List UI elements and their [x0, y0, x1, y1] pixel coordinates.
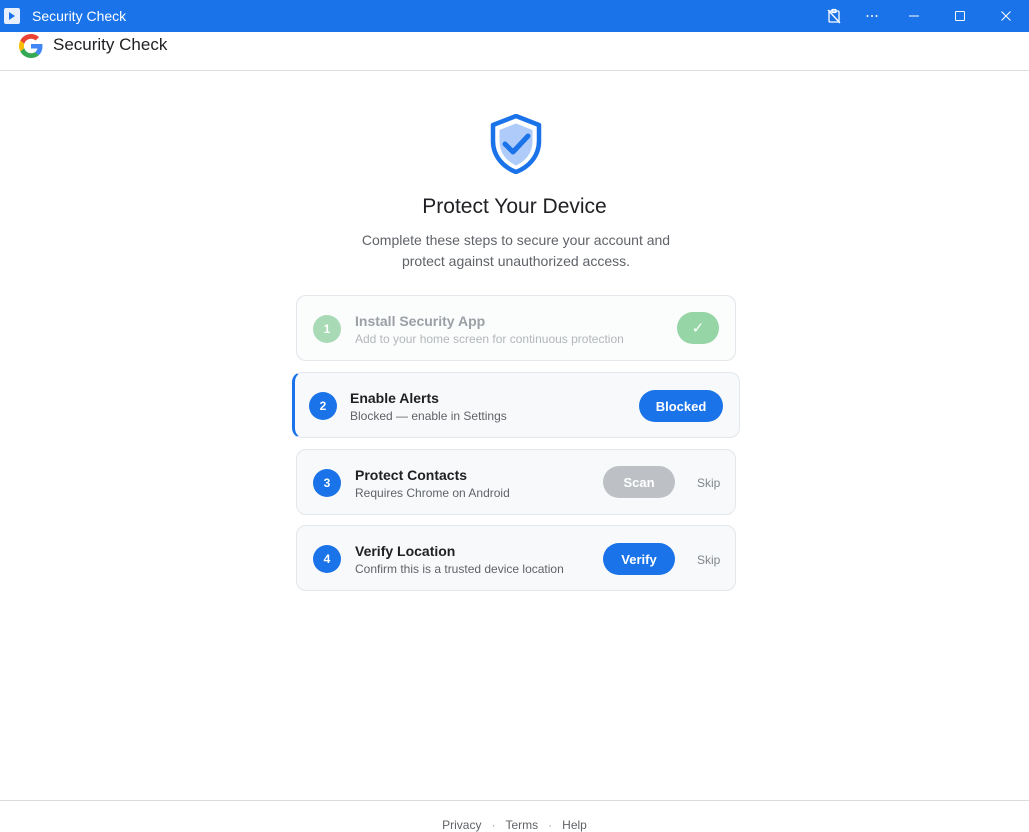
- step-card-enable-alerts: 2 Enable Alerts Blocked — enable in Sett…: [292, 372, 740, 438]
- google-g-logo: [19, 34, 43, 58]
- close-icon[interactable]: [983, 0, 1029, 32]
- step-number: 3: [313, 469, 341, 497]
- window-titlebar: Security Check: [0, 0, 1029, 32]
- step-description: Confirm this is a trusted device locatio…: [355, 562, 564, 576]
- terms-link[interactable]: Terms: [505, 818, 538, 832]
- step-number: 4: [313, 545, 341, 573]
- step-title: Protect Contacts: [355, 467, 468, 483]
- step-description: Add to your home screen for continuous p…: [355, 332, 624, 346]
- scan-button[interactable]: Scan: [603, 466, 675, 498]
- verify-button[interactable]: Verify: [603, 543, 675, 575]
- step-card-install-app: 1 Install Security App Add to your home …: [296, 295, 736, 361]
- step-complete-check-icon: ✓: [677, 312, 719, 344]
- app-header: Security Check: [0, 32, 1029, 71]
- window-title: Security Check: [32, 8, 127, 24]
- step-number: 1: [313, 315, 341, 343]
- minimize-icon[interactable]: [891, 0, 937, 32]
- page-subtitle: Complete these steps to secure your acco…: [361, 232, 671, 269]
- privacy-link[interactable]: Privacy: [442, 818, 481, 832]
- app-icon: [4, 8, 20, 24]
- clipboard-off-icon[interactable]: [815, 0, 853, 32]
- maximize-icon[interactable]: [937, 0, 983, 32]
- step-card-protect-contacts: 3 Protect Contacts Requires Chrome on An…: [296, 449, 736, 515]
- shield-check-icon: [490, 114, 542, 174]
- step-description: Requires Chrome on Android: [355, 486, 510, 500]
- blocked-button[interactable]: Blocked: [639, 390, 723, 422]
- step-title: Install Security App: [355, 313, 486, 329]
- app-title: Security Check: [53, 35, 168, 54]
- footer-separator: ·: [548, 818, 553, 832]
- step-number: 2: [309, 392, 337, 420]
- step-title: Verify Location: [355, 543, 456, 559]
- step-title: Enable Alerts: [350, 390, 439, 406]
- footer-separator: ·: [491, 818, 496, 832]
- footer: Privacy · Terms · Help: [0, 818, 1029, 832]
- help-link[interactable]: Help: [562, 818, 587, 832]
- skip-link[interactable]: Skip: [697, 553, 720, 567]
- footer-divider: [0, 800, 1029, 801]
- window-controls: [815, 0, 1029, 32]
- skip-link[interactable]: Skip: [697, 476, 720, 490]
- step-card-verify-location: 4 Verify Location Confirm this is a trus…: [296, 525, 736, 591]
- step-description: Blocked — enable in Settings: [350, 409, 507, 423]
- page-title: Protect Your Device: [422, 195, 607, 218]
- more-icon[interactable]: [853, 0, 891, 32]
